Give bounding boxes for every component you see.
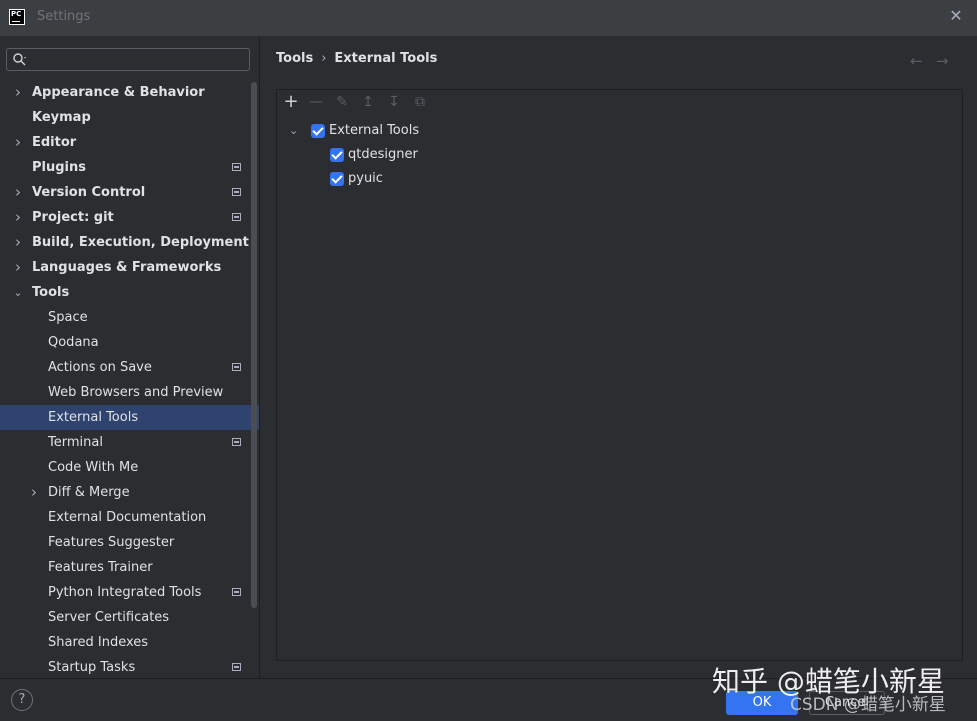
sidebar-item-label: External Documentation — [48, 510, 207, 525]
sidebar-scrollbar[interactable] — [251, 82, 257, 608]
forward-arrow-icon[interactable]: → — [936, 52, 949, 70]
tool-row[interactable]: pyuic — [330, 167, 580, 191]
chevron-right-icon[interactable]: › — [12, 130, 24, 155]
sidebar-item-label: Appearance & Behavior — [32, 85, 205, 100]
sidebar-item-label: Python Integrated Tools — [48, 585, 202, 600]
sidebar-item-label: Features Trainer — [48, 560, 153, 575]
content-area: Tools › External Tools ← → + — ✎ ↥ ↧ ⧉ ⌄ E… — [260, 36, 977, 678]
sidebar-item-label: Editor — [32, 135, 77, 150]
edit-icon[interactable]: ✎ — [334, 94, 350, 110]
settings-search-input[interactable] — [6, 48, 250, 71]
breadcrumb-parent[interactable]: Tools — [276, 51, 313, 66]
chevron-down-icon[interactable]: ⌄ — [289, 119, 298, 143]
title-bar: PC Settings ✕ — [0, 0, 977, 36]
watermark-csdn: CSDN @蜡笔小新星 — [790, 695, 946, 715]
sidebar-item[interactable]: External Tools — [0, 405, 259, 430]
project-settings-icon — [232, 363, 241, 371]
chevron-right-icon[interactable]: › — [12, 180, 24, 205]
sidebar-item[interactable]: Keymap — [0, 105, 259, 130]
sidebar-item[interactable]: › Diff & Merge — [0, 480, 259, 505]
sidebar-item-label: Web Browsers and Preview — [48, 385, 224, 400]
tools-toolbar: + — ✎ ↥ ↧ ⧉ — [277, 90, 962, 116]
close-icon[interactable]: ✕ — [948, 8, 964, 24]
chevron-right-icon[interactable]: › — [12, 205, 24, 230]
sidebar-item[interactable]: › Version Control — [0, 180, 259, 205]
chevron-right-icon[interactable]: › — [12, 255, 24, 280]
sidebar-item-label: Keymap — [32, 110, 91, 125]
sidebar-item-label: Build, Execution, Deployment — [32, 235, 249, 250]
tool-group-checkbox[interactable] — [311, 124, 325, 138]
sidebar-item-label: Version Control — [32, 185, 146, 200]
sidebar-item[interactable]: Python Integrated Tools — [0, 580, 259, 605]
project-settings-icon — [232, 663, 241, 671]
sidebar-item-label: Languages & Frameworks — [32, 260, 222, 275]
project-settings-icon — [232, 213, 241, 221]
project-settings-icon — [232, 438, 241, 446]
project-settings-icon — [232, 188, 241, 196]
sidebar-item[interactable]: Web Browsers and Preview — [0, 380, 259, 405]
tool-checkbox[interactable] — [330, 172, 344, 186]
tool-label: qtdesigner — [348, 147, 418, 162]
back-arrow-icon[interactable]: ← — [910, 52, 923, 70]
chevron-right-icon[interactable]: › — [12, 80, 24, 105]
external-tools-panel: + — ✎ ↥ ↧ ⧉ ⌄ External Tools qtdesigner … — [276, 89, 963, 661]
tool-group-label: External Tools — [329, 123, 420, 138]
sidebar-item-label: Diff & Merge — [48, 485, 130, 500]
sidebar-item-label: Terminal — [48, 435, 103, 450]
pycharm-logo-icon: PC — [9, 9, 25, 25]
breadcrumb-separator: › — [321, 51, 327, 66]
move-down-icon[interactable]: ↧ — [386, 94, 402, 110]
move-up-icon[interactable]: ↥ — [360, 94, 376, 110]
sidebar-item-label: Space — [48, 310, 88, 325]
add-icon[interactable]: + — [283, 93, 299, 111]
sidebar-item[interactable]: ⌄ Tools — [0, 280, 259, 305]
window-title: Settings — [37, 9, 91, 24]
sidebar-item-label: Qodana — [48, 335, 99, 350]
sidebar-item-label: Features Suggester — [48, 535, 175, 550]
sidebar-item[interactable]: Features Trainer — [0, 555, 259, 580]
sidebar-item[interactable]: Space — [0, 305, 259, 330]
sidebar-item-label: Server Certificates — [48, 610, 170, 625]
sidebar-item-label: Code With Me — [48, 460, 139, 475]
chevron-right-icon[interactable]: › — [12, 230, 24, 255]
sidebar-item-label: Plugins — [32, 160, 86, 175]
sidebar-item[interactable]: Server Certificates — [0, 605, 259, 630]
tool-label: pyuic — [348, 171, 383, 186]
sidebar-item[interactable]: › Project: git — [0, 205, 259, 230]
tool-row[interactable]: qtdesigner — [330, 143, 580, 167]
sidebar-item[interactable]: Startup Tasks — [0, 655, 259, 678]
breadcrumb: Tools › External Tools — [276, 51, 437, 66]
remove-icon[interactable]: — — [308, 94, 324, 110]
sidebar-item[interactable]: › Appearance & Behavior — [0, 80, 259, 105]
project-settings-icon — [232, 163, 241, 171]
sidebar-item[interactable]: Shared Indexes — [0, 630, 259, 655]
chevron-down-icon[interactable]: ⌄ — [12, 280, 24, 305]
search-icon — [13, 53, 26, 66]
chevron-right-icon[interactable]: › — [28, 480, 40, 505]
sidebar-item[interactable]: › Editor — [0, 130, 259, 155]
tool-group-row[interactable]: ⌄ External Tools — [289, 119, 589, 143]
copy-icon[interactable]: ⧉ — [412, 94, 428, 110]
sidebar-item[interactable]: Terminal — [0, 430, 259, 455]
sidebar-item[interactable]: › Build, Execution, Deployment — [0, 230, 259, 255]
help-icon[interactable]: ? — [11, 689, 33, 711]
sidebar-item-label: Tools — [32, 285, 70, 300]
sidebar-item-label: Shared Indexes — [48, 635, 149, 650]
settings-sidebar: › Appearance & Behavior Keymap › Editor Plugi… — [0, 36, 259, 678]
sidebar-item-label: External Tools — [48, 410, 139, 425]
sidebar-item[interactable]: Plugins — [0, 155, 259, 180]
sidebar-item[interactable]: External Documentation — [0, 505, 259, 530]
breadcrumb-current: External Tools — [334, 51, 438, 66]
sidebar-item[interactable]: Qodana — [0, 330, 259, 355]
sidebar-item-label: Startup Tasks — [48, 660, 136, 675]
sidebar-item[interactable]: Features Suggester — [0, 530, 259, 555]
sidebar-item[interactable]: Code With Me — [0, 455, 259, 480]
sidebar-item[interactable]: Actions on Save — [0, 355, 259, 380]
sidebar-item-label: Actions on Save — [48, 360, 152, 375]
tool-checkbox[interactable] — [330, 148, 344, 162]
project-settings-icon — [232, 588, 241, 596]
sidebar-item-label: Project: git — [32, 210, 114, 225]
sidebar-item[interactable]: › Languages & Frameworks — [0, 255, 259, 280]
